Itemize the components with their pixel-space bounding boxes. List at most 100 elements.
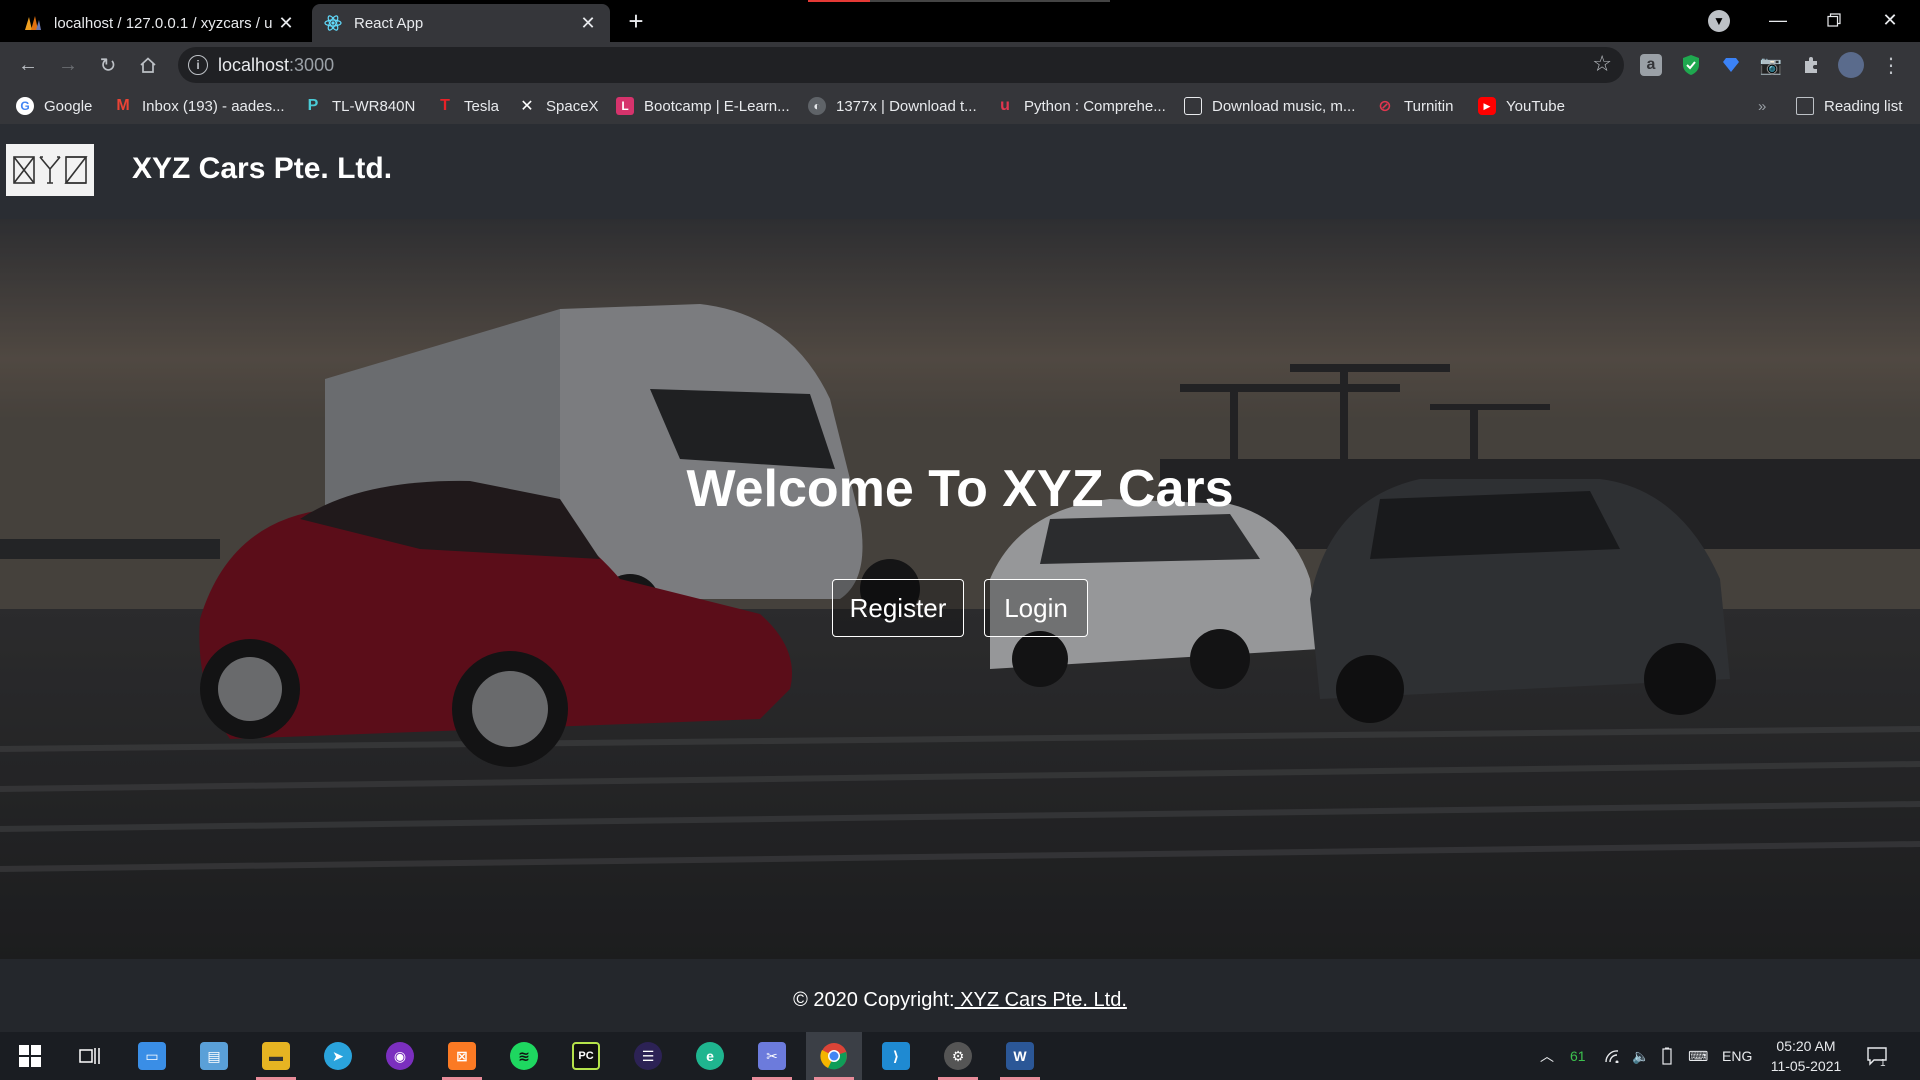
bookmark-1377x[interactable]: ◐ 1377x | Download t... <box>808 94 977 118</box>
word-icon[interactable]: W <box>992 1032 1048 1080</box>
eclipse-icon[interactable]: ☰ <box>620 1032 676 1080</box>
hero-actions: Register Login <box>0 579 1920 637</box>
system-clock[interactable]: 05:20 AM 11-05-2021 <box>1762 1036 1850 1076</box>
back-icon[interactable]: ← <box>14 51 42 79</box>
diamond-icon[interactable] <box>1720 54 1742 76</box>
browser-toolbar: ← → ↻ i localhost:3000 ☆ a 📷 ⋮ <box>0 42 1920 88</box>
brand-title[interactable]: XYZ Cars Pte. Ltd. <box>132 152 392 186</box>
forward-icon[interactable]: → <box>54 51 82 79</box>
spacex-icon: ✕ <box>520 98 534 115</box>
google-icon: G <box>16 97 34 115</box>
extensions-puzzle-icon[interactable] <box>1800 54 1822 76</box>
volume-icon[interactable]: 🔈 <box>1632 1032 1649 1080</box>
action-center-icon[interactable]: 1 <box>1866 1032 1887 1080</box>
keyboard-icon[interactable]: ⌨ <box>1688 1032 1708 1080</box>
tab-title: localhost / 127.0.0.1 / xyzcars / u <box>54 14 273 32</box>
bookmarks-bar: G Google M Inbox (193) - aades... P TL-W… <box>0 88 1920 124</box>
telegram-icon[interactable]: ➤ <box>310 1032 366 1080</box>
settings-icon[interactable]: ⚙ <box>930 1032 986 1080</box>
address-url: localhost:3000 <box>218 55 335 75</box>
clock-time: 05:20 AM <box>1776 1038 1836 1054</box>
address-bar[interactable]: i localhost:3000 ☆ <box>178 47 1624 83</box>
tab-phpmyadmin[interactable]: localhost / 127.0.0.1 / xyzcars / u ✕ <box>12 4 308 42</box>
reading-list-button[interactable]: Reading list <box>1796 94 1902 118</box>
tplink-icon: P <box>307 97 319 114</box>
tesla-icon: T <box>440 97 450 114</box>
bookmark-spacex[interactable]: ✕ SpaceX <box>518 94 598 118</box>
minimize-icon[interactable]: — <box>1750 0 1806 40</box>
start-icon[interactable] <box>2 1032 58 1080</box>
app-footer: © 2020 Copyright: XYZ Cars Pte. Ltd. <box>0 959 1920 1032</box>
copyright-text: © 2020 Copyright: <box>793 989 955 1011</box>
xampp-icon[interactable]: ⊠ <box>434 1032 490 1080</box>
hero-title: Welcome To XYZ Cars <box>686 460 1234 518</box>
bookmark-python[interactable]: u Python : Comprehe... <box>996 94 1166 118</box>
shield-icon[interactable] <box>1680 54 1702 76</box>
reading-list-icon <box>1796 97 1814 115</box>
control-panel-icon[interactable]: ▤ <box>186 1032 242 1080</box>
clock-date: 11-05-2021 <box>1770 1058 1842 1074</box>
monitor-icon <box>1184 97 1202 115</box>
udemy-icon: u <box>1000 97 1010 114</box>
bookmark-tesla[interactable]: T Tesla <box>436 94 499 118</box>
bootcamp-icon: L <box>616 97 634 115</box>
tab-drag-indicator-track <box>870 0 1110 2</box>
battery-icon[interactable] <box>1662 1032 1672 1080</box>
show-hidden-icons[interactable]: ︿ <box>1540 1032 1554 1080</box>
tab-drag-indicator <box>808 0 870 2</box>
bookmark-inbox[interactable]: M Inbox (193) - aades... <box>114 94 284 118</box>
restore-icon[interactable] <box>1806 0 1862 40</box>
battery-percent: 61 <box>1570 1048 1586 1064</box>
camera-icon[interactable]: 📷 <box>1760 54 1782 76</box>
podcast-icon[interactable]: ◉ <box>372 1032 428 1080</box>
more-bookmarks-button[interactable]: » <box>1758 94 1766 118</box>
bookmark-tplink[interactable]: P TL-WR840N <box>304 94 416 118</box>
tab-title: React App <box>354 14 424 32</box>
vscode-icon[interactable]: ⟩ <box>868 1032 924 1080</box>
hero-banner: Welcome To XYZ Cars Register Login <box>0 219 1920 959</box>
footer-company-link[interactable]: XYZ Cars Pte. Ltd. <box>955 989 1127 1011</box>
windows-taskbar: ▭ ▤ ▬ ➤ ◉ ⊠ ≋ PC ☰ e ✂ ⟩ ⚙ W ︿ 61 🔈 ⌨ EN… <box>0 1032 1920 1080</box>
profile-avatar[interactable] <box>1838 52 1864 78</box>
turnitin-icon: ⊘ <box>1378 98 1392 115</box>
bookmark-youtube[interactable]: ▶ YouTube <box>1478 94 1565 118</box>
pycharm-icon[interactable]: PC <box>558 1032 614 1080</box>
close-window-icon[interactable]: ✕ <box>1862 0 1918 40</box>
bookmark-bootcamp[interactable]: L Bootcamp | E-Learn... <box>616 94 790 118</box>
close-tab-icon[interactable]: ✕ <box>578 13 598 33</box>
tab-search-icon[interactable]: ▼ <box>1708 10 1730 32</box>
register-button[interactable]: Register <box>832 579 964 637</box>
youtube-icon: ▶ <box>1478 97 1496 115</box>
bookmark-download-music[interactable]: Download music, m... <box>1184 94 1355 118</box>
bookmark-star-icon[interactable]: ☆ <box>1592 51 1612 77</box>
spotify-icon[interactable]: ≋ <box>496 1032 552 1080</box>
snip-icon[interactable]: ✂ <box>744 1032 800 1080</box>
gmail-icon: M <box>116 97 130 114</box>
this-pc-icon[interactable]: ▭ <box>124 1032 180 1080</box>
xyz-logo[interactable] <box>6 144 94 196</box>
close-tab-icon[interactable]: ✕ <box>276 13 296 33</box>
notification-count: 1 <box>1880 1057 1886 1069</box>
language-indicator[interactable]: ENG <box>1722 1032 1752 1080</box>
reload-icon[interactable]: ↻ <box>94 51 122 79</box>
login-button[interactable]: Login <box>984 579 1088 637</box>
bookmark-turnitin[interactable]: ⊘ Turnitin <box>1376 94 1453 118</box>
react-app-page: XYZ Cars Pte. Ltd. Welcome To XYZ Cars R… <box>0 124 1920 1032</box>
file-explorer-icon[interactable]: ▬ <box>248 1032 304 1080</box>
wifi-icon[interactable] <box>1604 1032 1620 1080</box>
chrome-icon[interactable] <box>806 1032 862 1080</box>
phpmyadmin-icon <box>24 14 42 32</box>
tab-react-app[interactable]: React App ✕ <box>312 4 610 42</box>
app-navbar: XYZ Cars Pte. Ltd. <box>0 124 1920 219</box>
browser-tab-strip: localhost / 127.0.0.1 / xyzcars / u ✕ Re… <box>0 0 1920 42</box>
new-tab-button[interactable]: + <box>622 8 650 36</box>
task-view-icon[interactable] <box>62 1032 118 1080</box>
react-icon <box>324 14 342 32</box>
bookmark-google[interactable]: G Google <box>16 94 92 118</box>
extension-a-icon[interactable]: a <box>1640 54 1662 76</box>
globe-icon: ◐ <box>808 97 826 115</box>
edge-icon[interactable]: e <box>682 1032 738 1080</box>
site-info-icon[interactable]: i <box>188 55 208 75</box>
menu-kebab-icon[interactable]: ⋮ <box>1880 54 1902 77</box>
home-icon[interactable] <box>134 51 162 79</box>
